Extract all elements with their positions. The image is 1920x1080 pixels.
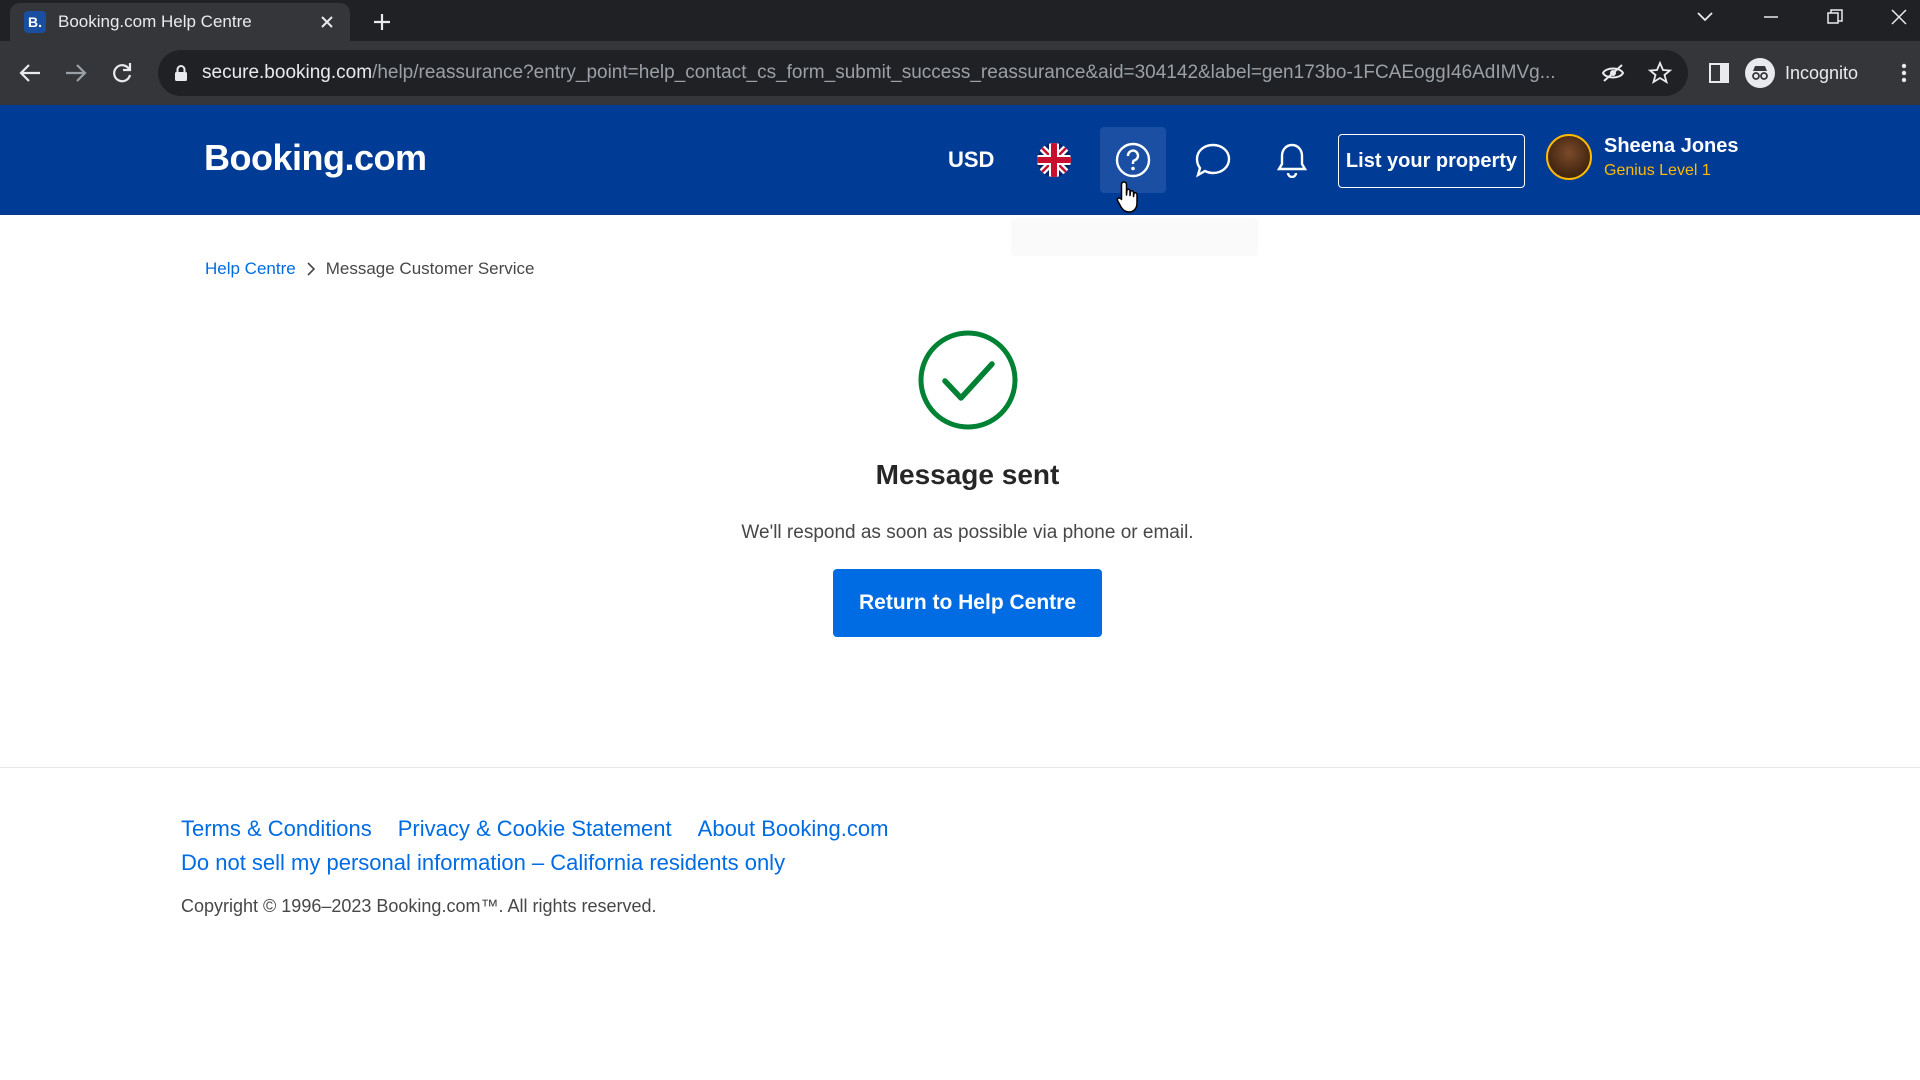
lock-icon[interactable] [174, 64, 188, 82]
more-menu-icon[interactable] [1890, 59, 1918, 87]
success-title: Message sent [875, 459, 1060, 490]
currency-selector[interactable]: USD [948, 147, 994, 173]
incognito-indicator[interactable]: Incognito [1745, 54, 1858, 92]
restore-button[interactable] [1806, 0, 1864, 34]
genius-level: Genius Level 1 [1604, 161, 1711, 179]
do-not-sell-link[interactable]: Do not sell my personal information – Ca… [181, 850, 785, 875]
tab-title: Booking.com Help Centre [58, 12, 252, 31]
copyright: Copyright © 1996–2023 Booking.com™. All … [181, 896, 657, 916]
url-host: secure.booking.com [202, 62, 373, 83]
return-to-help-centre-button[interactable]: Return to Help Centre [833, 569, 1102, 637]
booking-favicon-icon: B. [24, 11, 46, 33]
uk-flag-icon[interactable] [1021, 127, 1087, 193]
tab-search-chevron-icon[interactable] [1676, 0, 1734, 34]
check-circle-icon [917, 329, 1019, 431]
help-tooltip [1011, 218, 1258, 256]
address-bar[interactable]: secure.booking.com/help/reassurance?entr… [158, 50, 1688, 96]
breadcrumb-help-centre[interactable]: Help Centre [205, 259, 296, 279]
success-message: We'll respond as soon as possible via ph… [741, 522, 1194, 543]
site-header: Booking.com USD List your property Sheen… [0, 105, 1920, 215]
eye-off-icon[interactable] [1601, 61, 1625, 85]
url-text: secure.booking.com/help/reassurance?entr… [202, 62, 1612, 84]
forward-arrow-icon[interactable] [58, 55, 94, 91]
incognito-icon [1745, 58, 1775, 88]
url-path: /help/reassurance?entry_point=help_conta… [372, 62, 1556, 83]
close-window-button[interactable] [1870, 0, 1920, 34]
footer-links: Terms & Conditions Privacy & Cookie State… [181, 812, 914, 880]
booking-logo[interactable]: Booking.com [204, 137, 427, 179]
avatar [1546, 134, 1592, 180]
tab-close-icon[interactable] [316, 11, 338, 33]
reload-icon[interactable] [104, 55, 140, 91]
new-tab-button[interactable] [368, 8, 396, 36]
terms-link[interactable]: Terms & Conditions [181, 816, 372, 841]
side-panel-icon[interactable] [1705, 59, 1733, 87]
hand-pointer-icon [1116, 180, 1144, 219]
list-your-property-button[interactable]: List your property [1338, 134, 1525, 188]
breadcrumb-current: Message Customer Service [325, 259, 535, 278]
browser-toolbar: secure.booking.com/help/reassurance?entr… [0, 41, 1920, 105]
back-arrow-icon[interactable] [12, 55, 48, 91]
chevron-right-icon [306, 262, 316, 276]
privacy-link[interactable]: Privacy & Cookie Statement [398, 816, 672, 841]
browser-tabstrip: B. Booking.com Help Centre [0, 0, 1920, 41]
chat-icon[interactable] [1180, 127, 1246, 193]
user-name: Sheena Jones [1604, 134, 1739, 157]
user-account-menu[interactable]: Sheena Jones Genius Level 1 [1546, 134, 1739, 180]
incognito-label: Incognito [1785, 62, 1859, 83]
minimize-button[interactable] [1742, 0, 1800, 34]
breadcrumb: Help Centre Message Customer Service [205, 259, 535, 279]
star-icon[interactable] [1648, 61, 1672, 85]
bell-icon[interactable] [1259, 127, 1325, 193]
success-panel: Message sent We'll respond as soon as po… [0, 329, 1920, 637]
footer-divider [0, 767, 1920, 768]
browser-tab[interactable]: B. Booking.com Help Centre [10, 3, 350, 41]
about-link[interactable]: About Booking.com [698, 816, 889, 841]
